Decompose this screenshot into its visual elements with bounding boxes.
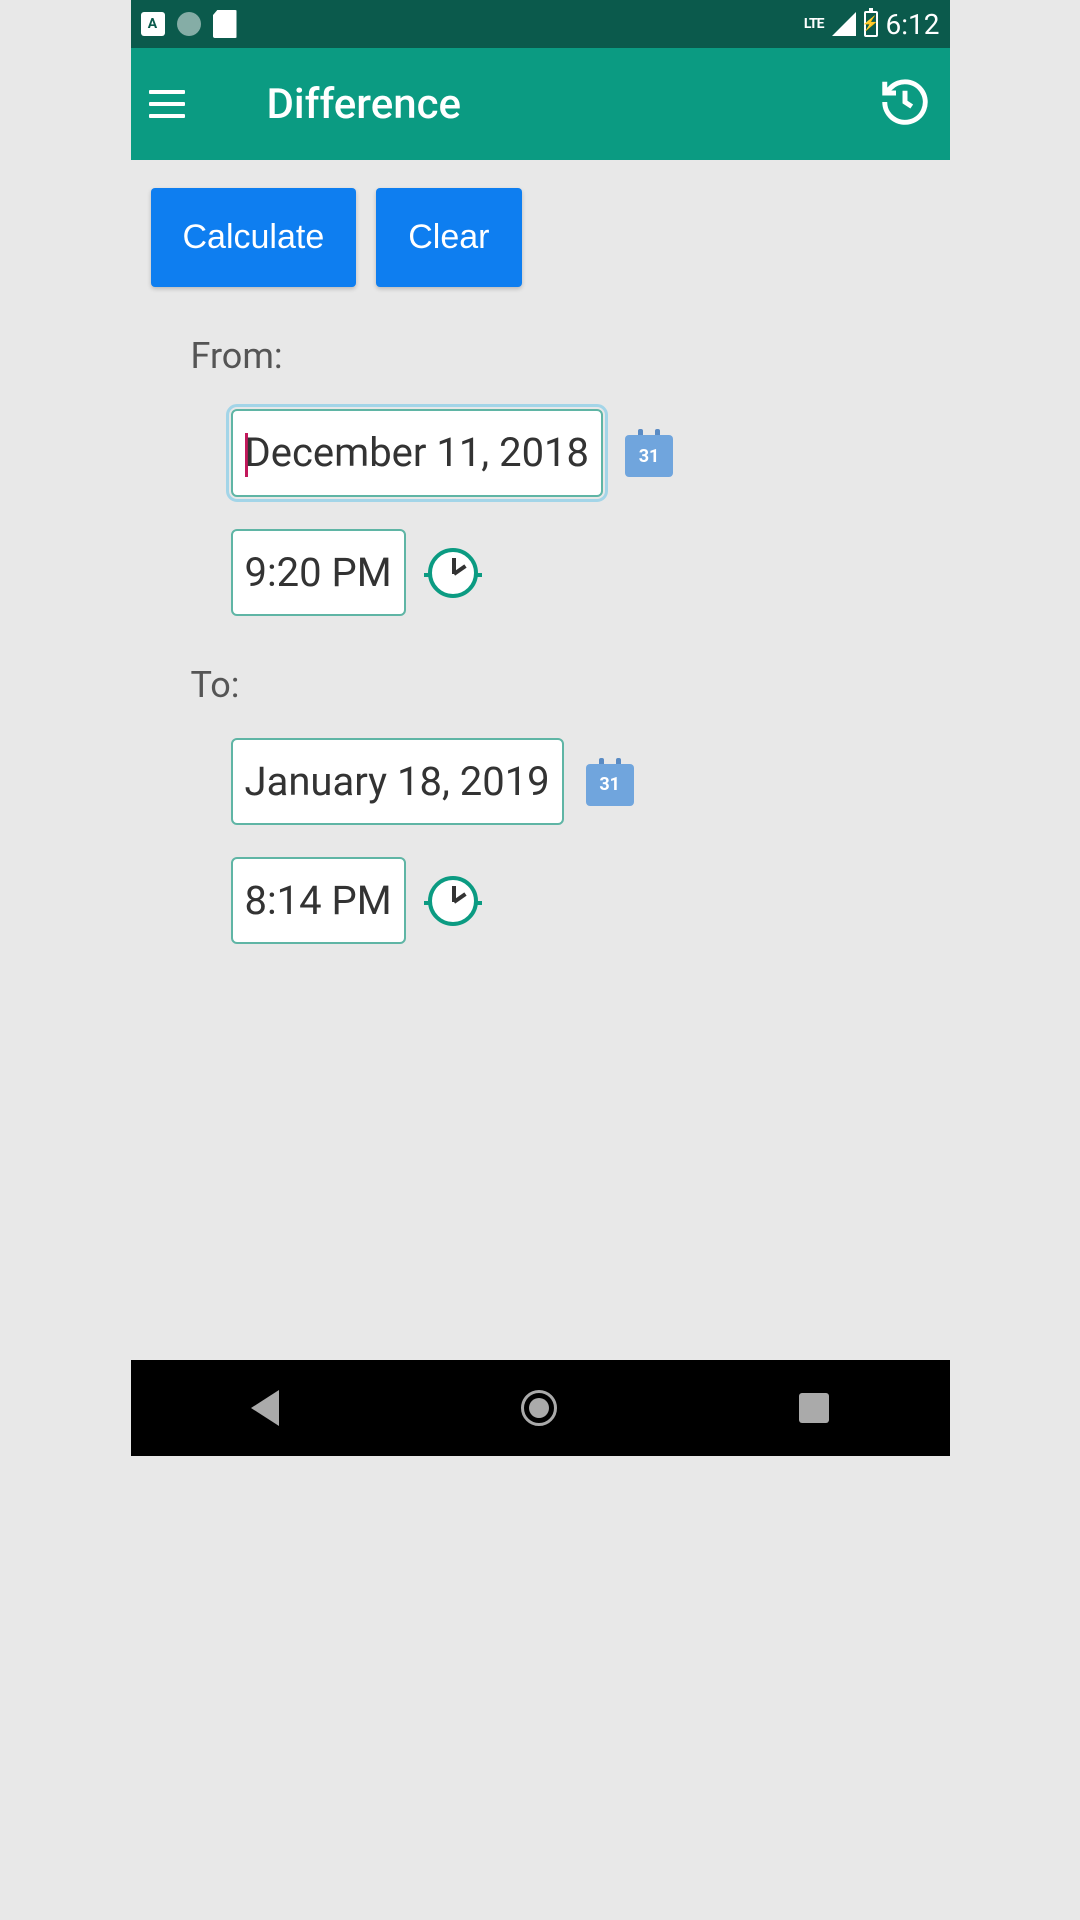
network-label: LTE	[804, 16, 824, 32]
nav-recent-button[interactable]	[799, 1393, 829, 1423]
signal-icon	[832, 12, 856, 36]
keyboard-icon: A	[141, 12, 165, 36]
history-icon[interactable]	[878, 75, 932, 133]
clear-button[interactable]: Clear	[376, 188, 521, 287]
status-time: 6:12	[886, 8, 940, 41]
nav-bar	[131, 1360, 950, 1456]
loading-icon	[177, 12, 201, 36]
to-time-input[interactable]: 8:14 PM	[231, 857, 406, 944]
page-title: Difference	[267, 80, 462, 129]
from-time-input[interactable]: 9:20 PM	[231, 529, 406, 616]
sd-card-icon	[213, 10, 237, 38]
to-date-input[interactable]: January 18, 2019	[231, 738, 564, 825]
calculate-button[interactable]: Calculate	[151, 188, 357, 287]
from-label: From:	[191, 335, 930, 377]
calendar-icon[interactable]: 31	[625, 429, 673, 477]
menu-icon[interactable]	[149, 90, 185, 118]
battery-icon: ⚡	[864, 11, 878, 37]
clock-icon[interactable]	[428, 548, 478, 598]
clock-icon[interactable]	[428, 876, 478, 926]
calendar-icon[interactable]: 31	[586, 758, 634, 806]
nav-back-button[interactable]	[251, 1390, 279, 1426]
status-bar: A LTE ⚡ 6:12	[131, 0, 950, 48]
from-date-input[interactable]: December 11, 2018	[231, 409, 604, 497]
to-label: To:	[191, 664, 930, 706]
app-bar: Difference	[131, 48, 950, 160]
nav-home-button[interactable]	[521, 1390, 557, 1426]
